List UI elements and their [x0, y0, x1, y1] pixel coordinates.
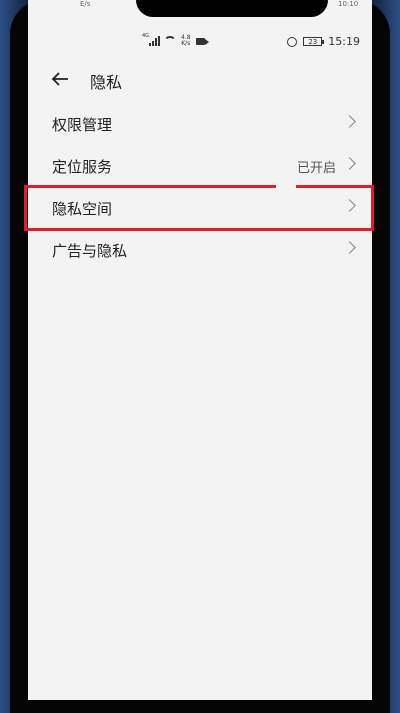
menu-item-permission-management[interactable]: 权限管理	[28, 103, 372, 145]
menu-item-label: 广告与隐私	[52, 241, 128, 260]
chevron-right-icon	[343, 241, 356, 254]
phone-screen: E/s 10:10 4G 4.8 K/s 23 15:19 隐私 权限管理 定位…	[28, 0, 372, 700]
menu-item-private-space[interactable]: 隐私空间	[28, 187, 372, 229]
phone-bottom-bezel	[28, 700, 372, 713]
camera-notch	[136, 0, 328, 17]
chevron-right-icon	[343, 199, 356, 212]
status-icons-center: 4G 4.8 K/s	[142, 33, 209, 47]
menu-item-label: 定位服务	[52, 157, 113, 176]
status-time: 15:19	[328, 35, 360, 48]
menu-item-label: 隐私空间	[52, 199, 113, 218]
status-icons-right: 23 15:19	[287, 35, 360, 48]
back-arrow-svg	[51, 72, 68, 86]
menu-item-label: 权限管理	[52, 115, 113, 134]
speed-unit: K/s	[181, 40, 191, 47]
title-bar: 隐私	[28, 64, 372, 98]
back-arrow-icon[interactable]	[50, 69, 70, 89]
alarm-icon	[287, 36, 298, 47]
privacy-menu: 权限管理 定位服务 已开启 隐私空间 广告与隐私	[28, 103, 372, 271]
network-type: 4G	[142, 33, 150, 39]
status-bar: 4G 4.8 K/s 23 15:19	[28, 32, 372, 52]
top-ghost-right: 10:10	[338, 0, 359, 8]
location-status-value: 已开启	[296, 160, 336, 176]
battery-icon: 23	[303, 37, 325, 46]
page-title: 隐私	[90, 73, 123, 92]
menu-item-location-service[interactable]: 定位服务 已开启	[28, 145, 372, 187]
video-camera-icon	[195, 37, 209, 45]
wifi-icon	[164, 36, 176, 46]
highlight-gap	[276, 185, 296, 188]
menu-item-ads-and-privacy[interactable]: 广告与隐私	[28, 229, 372, 271]
chevron-right-icon	[343, 157, 356, 170]
signal-icon: 4G	[142, 33, 160, 46]
top-ghost-left: E/s	[80, 0, 91, 8]
network-speed: 4.8 K/s	[181, 35, 191, 47]
chevron-right-icon	[343, 115, 356, 128]
